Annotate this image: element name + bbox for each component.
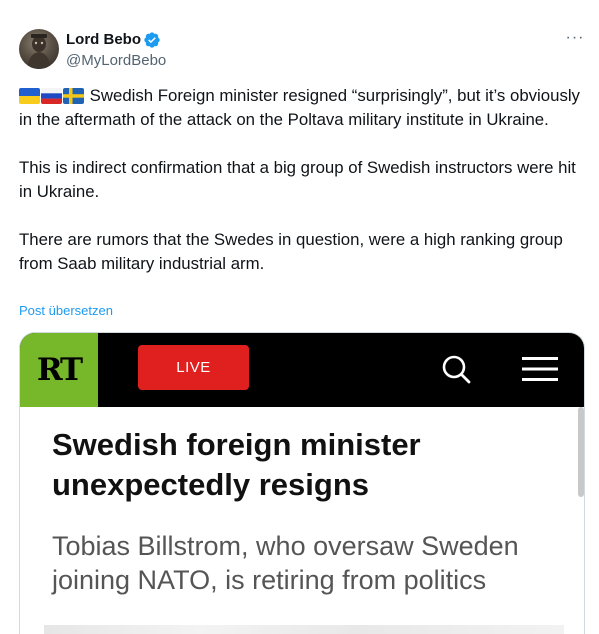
- article-image-edge: [44, 625, 564, 634]
- tweet-paragraph: Swedish Foreign minister resigned “surpr…: [19, 84, 585, 132]
- rt-logo: RT: [20, 333, 98, 407]
- author-display-name[interactable]: Lord Bebo: [66, 31, 141, 49]
- more-options-button[interactable]: ···: [563, 30, 587, 50]
- article-scrollbar: [578, 407, 584, 497]
- verified-badge-icon: [144, 32, 160, 48]
- flag-russia-icon: [41, 88, 62, 104]
- author-handle[interactable]: @MyLordBebo: [66, 52, 166, 70]
- article-headline: Swedish foreign minister unexpectedly re…: [52, 427, 421, 502]
- translate-post-link[interactable]: Post übersetzen: [19, 303, 113, 319]
- flag-sweden-icon: [63, 88, 84, 104]
- tweet-paragraph: There are rumors that the Swedes in ques…: [19, 230, 568, 273]
- live-button: LIVE: [138, 345, 249, 390]
- tweet-paragraph: This is indirect confirmation that a big…: [19, 158, 581, 201]
- flag-ukraine-icon: [19, 88, 40, 104]
- hamburger-menu-icon: [522, 357, 558, 381]
- tweet-paragraph-text: Swedish Foreign minister resigned “surpr…: [19, 86, 585, 129]
- author-avatar[interactable]: [19, 29, 59, 69]
- site-header-bar: RT LIVE: [20, 333, 584, 407]
- tweet: Lord Bebo @MyLordBebo ··· Swedish Foreig…: [0, 0, 599, 634]
- search-icon: [442, 355, 471, 384]
- tweet-text: Swedish Foreign minister resigned “surpr…: [19, 84, 585, 276]
- attached-image[interactable]: RT LIVE Swedish foreign minister unexpec…: [19, 332, 585, 634]
- article-subheadline: Tobias Billstrom, who oversaw Sweden joi…: [52, 531, 519, 595]
